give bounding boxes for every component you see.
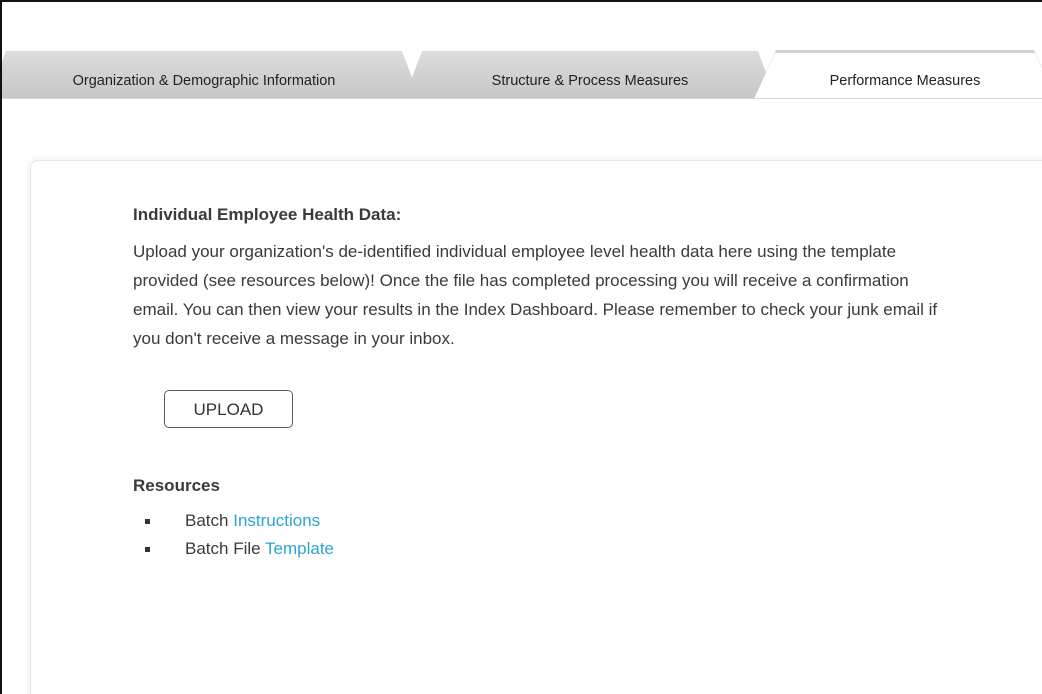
list-item: Batch File Template <box>133 535 973 563</box>
tab-label: Organization & Demographic Information <box>72 73 336 89</box>
resource-prefix: Batch File <box>185 539 261 558</box>
upload-button[interactable]: UPLOAD <box>164 390 293 428</box>
list-item: Batch Instructions <box>133 507 973 535</box>
app-window: Organization & Demographic Information S… <box>0 0 1042 694</box>
bullet-icon <box>145 547 150 552</box>
upload-section: Individual Employee Health Data: Upload … <box>133 203 973 563</box>
tab-label: Structure & Process Measures <box>491 73 689 89</box>
resources-heading: Resources <box>133 476 220 495</box>
section-description: Upload your organization's de-identified… <box>133 242 938 348</box>
batch-instructions-link[interactable]: Instructions <box>233 511 320 530</box>
tab-performance-measures[interactable]: Performance Measures <box>754 51 1042 99</box>
tab-structure-process[interactable]: Structure & Process Measures <box>404 51 776 99</box>
tab-bar-divider <box>2 98 1042 99</box>
bullet-icon <box>145 519 150 524</box>
resources-list: Batch Instructions Batch File Template <box>133 507 973 563</box>
tab-bar: Organization & Demographic Information S… <box>2 51 1042 101</box>
batch-file-template-link[interactable]: Template <box>265 539 334 558</box>
tab-label: Performance Measures <box>829 73 981 89</box>
tab-organization-demographic[interactable]: Organization & Demographic Information <box>0 51 420 99</box>
section-heading: Individual Employee Health Data: <box>133 205 402 224</box>
resource-prefix: Batch <box>185 511 229 530</box>
